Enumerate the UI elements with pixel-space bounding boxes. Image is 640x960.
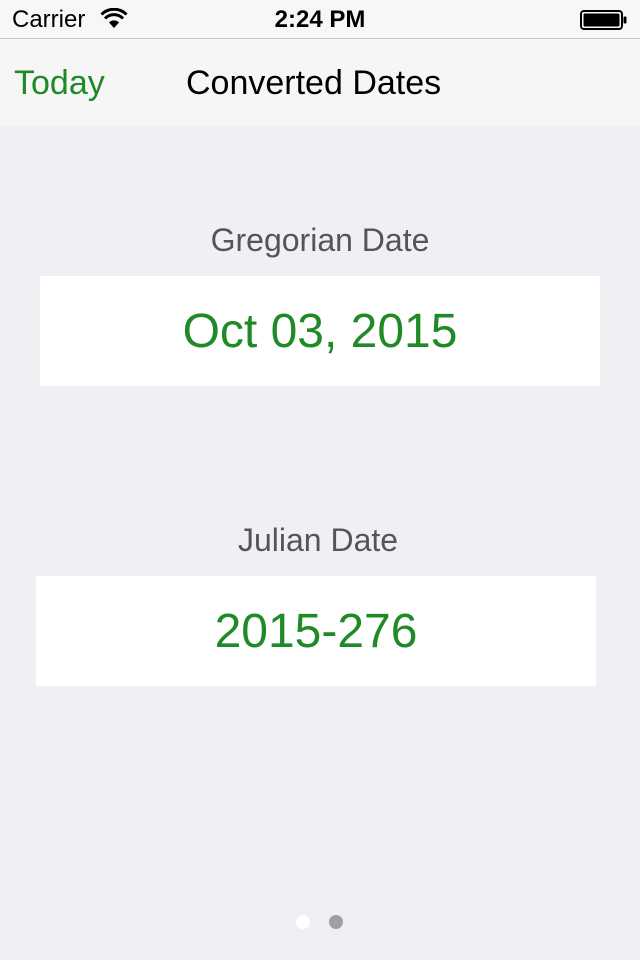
page-control[interactable] bbox=[296, 915, 344, 931]
today-button[interactable]: Today bbox=[14, 63, 105, 103]
navigation-bar: Today Converted Dates bbox=[0, 38, 640, 126]
julian-date-label: Julian Date bbox=[237, 522, 399, 558]
gregorian-date-label: Gregorian Date bbox=[210, 222, 430, 258]
gregorian-date-value: Oct 03, 2015 bbox=[40, 276, 600, 386]
battery-icon bbox=[580, 10, 627, 30]
page-dot-2[interactable] bbox=[329, 915, 343, 929]
julian-date-value: 2015-276 bbox=[36, 576, 596, 686]
page-title: Converted Dates bbox=[186, 64, 442, 102]
page-dot-1[interactable] bbox=[296, 915, 310, 929]
status-bar: Carrier 2:24 PM bbox=[0, 0, 640, 40]
clock-time: 2:24 PM bbox=[274, 6, 366, 33]
